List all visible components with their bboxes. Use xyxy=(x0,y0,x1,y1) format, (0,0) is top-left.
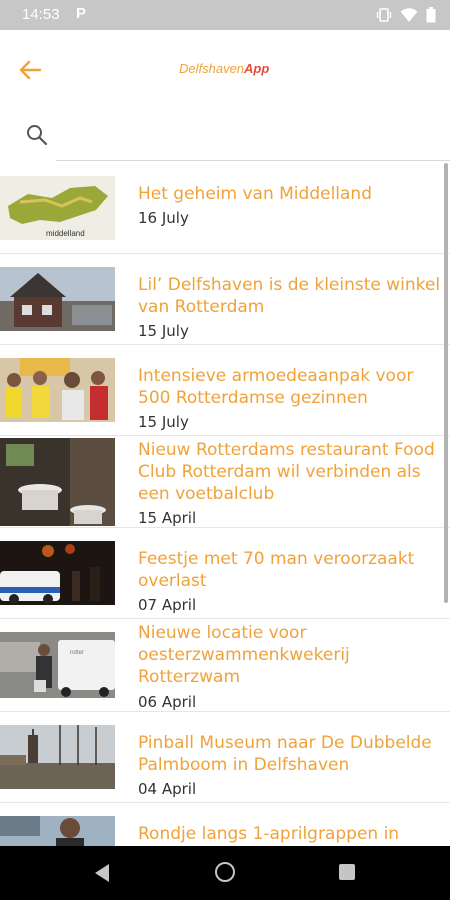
article-date: 07 April xyxy=(138,596,197,614)
article-thumbnail xyxy=(0,267,115,331)
list-item[interactable]: Lil’ Delfshaven is de kleinste winkel va… xyxy=(0,254,450,345)
article-thumbnail: middelland xyxy=(0,176,115,240)
nav-home-icon[interactable] xyxy=(215,862,235,882)
article-thumbnail xyxy=(0,438,115,526)
system-nav-bar xyxy=(0,846,450,900)
search-divider xyxy=(56,160,450,161)
nav-back-icon[interactable] xyxy=(93,863,111,883)
search-input[interactable] xyxy=(56,116,440,154)
article-title: Het geheim van Middelland xyxy=(138,184,372,204)
scrollbar[interactable] xyxy=(444,163,448,603)
list-item[interactable]: Feestje met 70 man veroorzaakt overlast … xyxy=(0,528,450,619)
nav-recents-icon[interactable] xyxy=(339,864,355,880)
list-item[interactable]: Intensieve armoedeaanpak voor 500 Rotter… xyxy=(0,345,450,436)
app-bar: DelfshavenApp xyxy=(0,30,450,110)
article-title: Nieuwe locatie voor oesterzwammenkwekeri… xyxy=(138,623,350,687)
article-thumbnail xyxy=(0,725,115,789)
article-title: Nieuw Rotterdams restaurant Food Club Ro… xyxy=(138,440,435,504)
article-date: 04 April xyxy=(138,780,197,798)
article-date: 06 April xyxy=(138,693,197,711)
list-item[interactable]: Pinball Museum naar De Dubbelde Palmboom… xyxy=(0,712,450,803)
article-thumbnail xyxy=(0,816,115,846)
search-bar xyxy=(0,110,450,160)
search-icon[interactable] xyxy=(26,124,48,146)
status-bar: 14:53 P xyxy=(0,0,450,30)
vibrate-icon xyxy=(376,8,392,22)
article-thumbnail xyxy=(0,358,115,422)
app-logo: DelfshavenApp xyxy=(179,61,269,76)
article-thumbnail xyxy=(0,541,115,605)
back-arrow-icon[interactable] xyxy=(16,56,46,84)
article-title: Pinball Museum naar De Dubbelde Palmboom… xyxy=(138,733,432,775)
notification-icon: P xyxy=(76,5,87,22)
wifi-icon xyxy=(400,8,418,22)
status-time: 14:53 xyxy=(22,6,60,23)
thumb-caption: middelland xyxy=(46,229,85,238)
list-item[interactable]: Nieuw Rotterdams restaurant Food Club Ro… xyxy=(0,436,450,528)
status-icons xyxy=(376,7,436,23)
logo-app-text: App xyxy=(244,61,270,76)
article-title: Lil’ Delfshaven is de kleinste winkel va… xyxy=(138,275,441,317)
logo-text: Delfshaven xyxy=(179,61,245,76)
battery-icon xyxy=(426,7,436,23)
article-date: 15 July xyxy=(138,413,189,431)
article-title: Feestje met 70 man veroorzaakt overlast xyxy=(138,549,415,591)
article-title: Rondje langs 1-aprilgrappen in Rotterdam xyxy=(138,824,400,844)
list-item[interactable]: Rondje langs 1-aprilgrappen in Rotterdam xyxy=(0,803,450,846)
article-date: 16 July xyxy=(138,209,189,227)
article-title: Intensieve armoedeaanpak voor 500 Rotter… xyxy=(138,366,414,408)
article-date: 15 April xyxy=(138,509,197,527)
svg-text:rotter: rotter xyxy=(70,650,84,656)
article-list: middelland Het geheim van Middelland 16 … xyxy=(0,163,450,846)
article-thumbnail: rotter xyxy=(0,632,115,698)
list-item[interactable]: middelland Het geheim van Middelland 16 … xyxy=(0,163,450,254)
article-date: 15 July xyxy=(138,322,189,340)
list-item[interactable]: rotter Nieuwe locatie voor oesterzwammen… xyxy=(0,619,450,712)
